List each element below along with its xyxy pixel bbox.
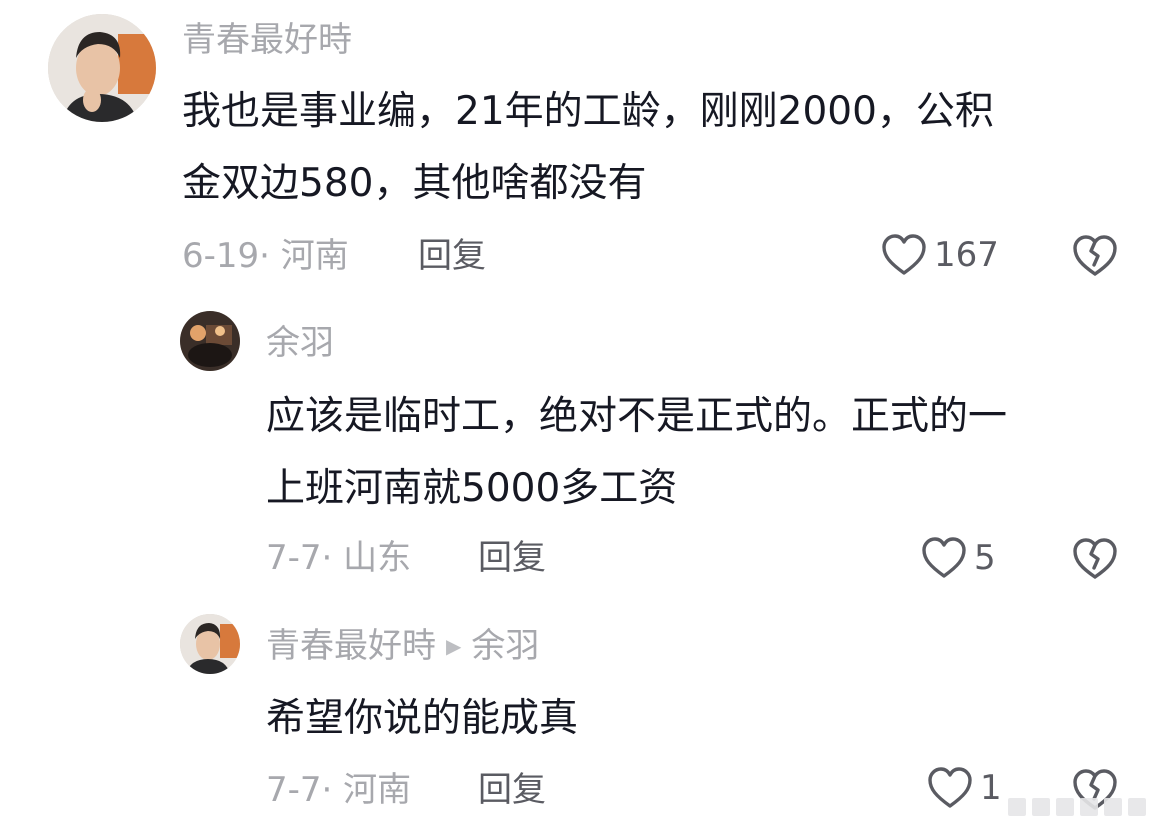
comment-date-location: 7-7· 河南 <box>266 770 412 810</box>
reply-button[interactable]: 回复 <box>478 770 546 810</box>
comment-text: 希望你说的能成真 <box>266 696 579 741</box>
reply-target[interactable]: 余羽 <box>471 626 539 666</box>
avatar[interactable] <box>180 614 240 674</box>
like-count: 1 <box>980 768 1002 808</box>
comment-username: 青春最好時 ▶ 余羽 <box>266 626 539 666</box>
heart-outline-icon <box>928 767 972 808</box>
like-button[interactable]: 1 <box>926 765 1002 811</box>
watermark-icon <box>1008 798 1146 816</box>
avatar-photo-icon <box>180 614 240 674</box>
play-triangle-icon: ▶ <box>446 634 462 658</box>
reply-author[interactable]: 青春最好時 <box>266 626 436 666</box>
reply-item: 青春最好時 ▶ 余羽 希望你说的能成真 7-7· 河南 回复 1 <box>0 0 1170 833</box>
